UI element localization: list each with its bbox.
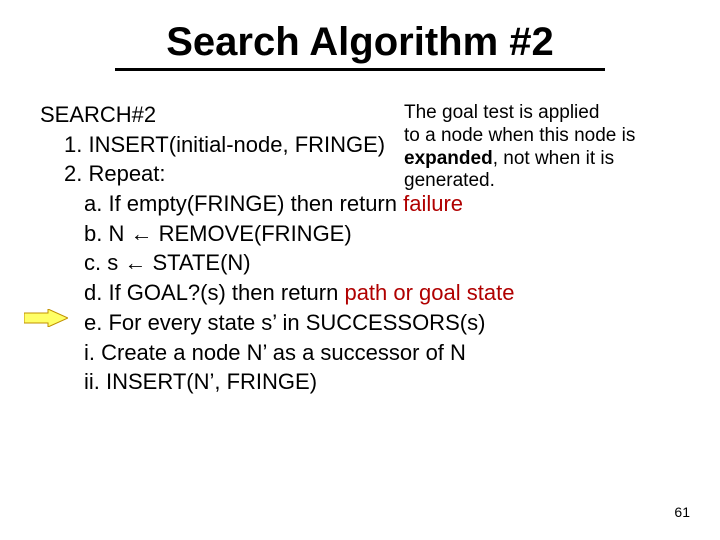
callout-line1: The goal test is applied bbox=[404, 102, 599, 123]
step-2e-i: i. Create a node N’ as a successor of N bbox=[84, 338, 680, 368]
slide-title: Search Algorithm #2 bbox=[0, 20, 720, 65]
callout-box: The goal test is applied to a node when … bbox=[400, 100, 698, 195]
title-underline bbox=[115, 68, 605, 71]
callout-line4: generated. bbox=[404, 170, 495, 191]
callout-expanded: expanded bbox=[404, 148, 493, 169]
callout-line2: to a node when this node is bbox=[404, 125, 635, 146]
step-2c: c. s ← STATE(N) bbox=[84, 248, 680, 278]
step-2d: d. If GOAL?(s) then return path or goal … bbox=[84, 278, 680, 308]
step-2a-text: a. If empty(FRINGE) then return bbox=[84, 191, 403, 216]
arrow-icon bbox=[24, 309, 68, 332]
callout-line3-rest: , not when it is bbox=[493, 148, 614, 169]
step-2e: e. For every state s’ in SUCCESSORS(s) bbox=[84, 308, 680, 338]
page-number: 61 bbox=[674, 504, 690, 520]
step-2b: b. N ← REMOVE(FRINGE) bbox=[84, 219, 680, 249]
step-2e-ii: ii. INSERT(N’, FRINGE) bbox=[84, 367, 680, 397]
path-word: path or goal state bbox=[344, 280, 514, 305]
step-2d-text: d. If GOAL?(s) then return bbox=[84, 280, 344, 305]
